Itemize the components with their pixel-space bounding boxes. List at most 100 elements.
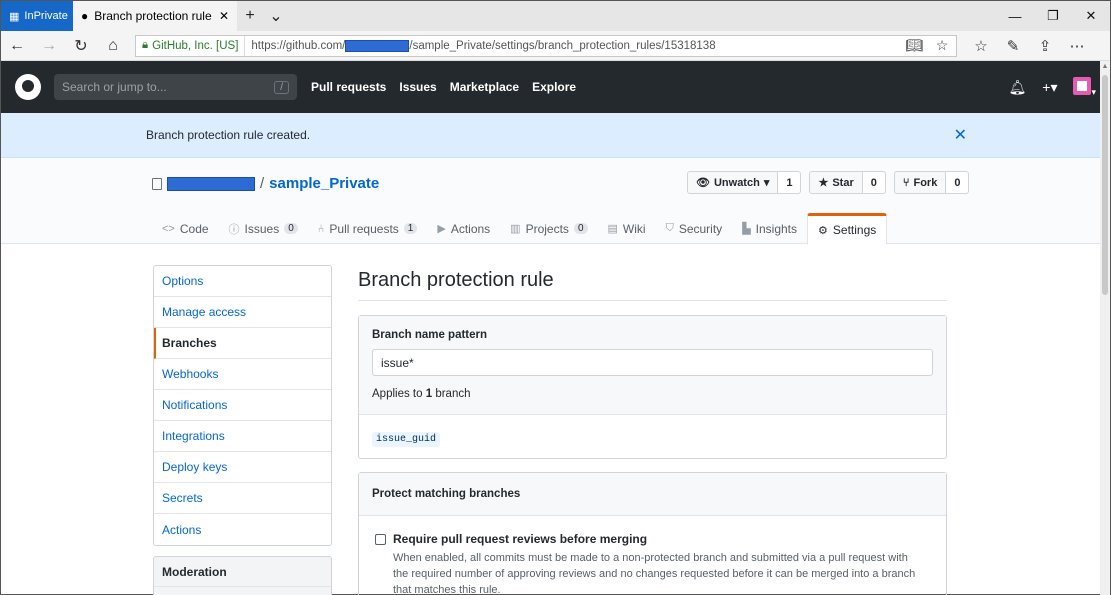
tab-pull-requests[interactable]: ⑃ Pull requests 1 — [308, 213, 428, 244]
tab-security-label: Security — [678, 221, 723, 236]
tab-issues[interactable]: ⓘ Issues 0 — [219, 213, 308, 244]
stars-count[interactable]: 0 — [862, 171, 886, 194]
nav-explore[interactable]: Explore — [532, 80, 576, 94]
repo-title: / sample_Private — [152, 175, 379, 192]
tab-insights[interactable]: ▙ Insights — [732, 213, 807, 244]
avatar — [1073, 76, 1092, 95]
sidebar-item-deploy-keys[interactable]: Deploy keys — [154, 452, 331, 483]
create-new-plus-icon[interactable]: +▾ — [1042, 79, 1057, 96]
forks-count[interactable]: 0 — [946, 171, 970, 194]
sidebar-item-notifications[interactable]: Notifications — [154, 390, 331, 421]
watchers-count[interactable]: 1 — [778, 171, 802, 194]
applies-count: 1 — [425, 388, 433, 400]
gear-icon: ⚙ — [818, 224, 828, 237]
home-icon[interactable]: ⌂ — [97, 37, 129, 55]
close-window-icon[interactable]: ✕ — [1072, 1, 1110, 31]
nav-marketplace[interactable]: Marketplace — [450, 80, 519, 94]
tab-actions[interactable]: ▶ Actions — [427, 213, 500, 244]
minimize-icon[interactable]: — — [996, 1, 1034, 31]
tab-wiki[interactable]: ▤ Wiki — [598, 213, 656, 244]
star-button[interactable]: ★ Star — [809, 171, 863, 194]
tab-wiki-label: Wiki — [622, 221, 646, 236]
flash-close-icon[interactable]: ✕ — [954, 125, 967, 145]
branch-pattern-input[interactable] — [372, 349, 933, 376]
url-field[interactable]: 🔒︎ GitHub, Inc. [US] https://github.com/… — [135, 34, 957, 57]
unwatch-label: Unwatch — [713, 176, 760, 189]
unwatch-button[interactable]: 👁︎ Unwatch ▾ — [687, 171, 779, 194]
redacted-owner — [345, 39, 410, 52]
require-reviews-title[interactable]: Require pull request reviews before merg… — [393, 532, 923, 546]
pen-icon[interactable]: ✎ — [997, 37, 1029, 55]
browser-tab-bar: ▦ InPrivate ● Branch protection rule ✕ +… — [1, 1, 1110, 31]
github-header: Search or jump to... / Pull requests Iss… — [1, 61, 1110, 113]
project-icon: ▥ — [510, 223, 521, 235]
repo-name-link[interactable]: sample_Private — [269, 175, 379, 192]
book-icon: ▤ — [607, 223, 618, 235]
reading-view-icon[interactable]: 📖︎ — [900, 37, 928, 54]
tab-projects-counter: 0 — [573, 223, 588, 234]
new-tab-icon[interactable]: + — [237, 1, 263, 31]
repo-owner-redacted[interactable] — [167, 176, 255, 191]
url-text: https://github.com/ /sample_Private/sett… — [245, 39, 716, 52]
sidebar-item-options[interactable]: Options — [154, 266, 331, 297]
forward-icon[interactable]: → — [33, 37, 65, 55]
star-icon: ★ — [818, 177, 829, 189]
tab-actions-label: Actions — [450, 221, 491, 236]
scroll-thumb[interactable] — [1102, 75, 1108, 295]
restore-icon[interactable]: ❐ — [1034, 1, 1072, 31]
sidebar-item-secrets[interactable]: Secrets — [154, 483, 331, 514]
pull-request-icon: ⑃ — [317, 222, 325, 235]
tab-security[interactable]: ⛉ Security — [656, 213, 733, 244]
issue-icon: ⓘ — [228, 223, 240, 236]
favorite-star-icon[interactable]: ☆ — [928, 37, 956, 54]
user-menu[interactable]: ▾ — [1073, 76, 1096, 98]
tab-list-chevron-icon[interactable]: ⌄ — [263, 1, 289, 31]
browser-tab[interactable]: ● Branch protection rule ✕ — [73, 1, 237, 31]
address-bar-row: ← → ↻ ⌂ 🔒︎ GitHub, Inc. [US] https://git… — [1, 31, 1110, 61]
graph-icon: ▙ — [742, 223, 751, 235]
search-input[interactable]: Search or jump to... / — [54, 74, 297, 100]
back-icon[interactable]: ← — [1, 37, 33, 55]
favorites-list-icon[interactable]: ☆ — [965, 37, 997, 55]
sidebar-item-webhooks[interactable]: Webhooks — [154, 359, 331, 390]
fork-icon: ⑂ — [902, 176, 910, 189]
inprivate-badge[interactable]: ▦ InPrivate — [1, 1, 73, 31]
tab-projects[interactable]: ▥ Projects 0 — [500, 213, 597, 244]
tab-code-label: Code — [179, 221, 209, 236]
close-tab-icon[interactable]: ✕ — [219, 9, 229, 23]
page-title: Branch protection rule — [358, 269, 554, 291]
branch-pattern-label: Branch name pattern — [372, 329, 488, 341]
sidebar-item-manage-access[interactable]: Manage access — [154, 297, 331, 328]
certificate-indicator[interactable]: 🔒︎ GitHub, Inc. [US] — [136, 35, 246, 56]
sidebar-item-actions[interactable]: Actions — [154, 514, 331, 545]
sidebar-item-branches[interactable]: Branches — [154, 328, 331, 359]
github-logo-icon[interactable] — [15, 74, 41, 100]
nav-issues[interactable]: Issues — [399, 80, 436, 94]
tab-settings[interactable]: ⚙ Settings — [807, 213, 888, 245]
more-icon[interactable]: ⋯ — [1061, 37, 1093, 55]
applies-prefix: Applies to — [372, 388, 423, 400]
page-scrollbar[interactable]: ▲ — [1100, 61, 1110, 595]
flash-notice: Branch protection rule created. ✕ — [1, 113, 1110, 158]
scroll-up-icon[interactable]: ▲ — [1100, 63, 1110, 70]
bell-icon[interactable]: 🔔︎ — [1008, 79, 1026, 96]
refresh-icon[interactable]: ↻ — [65, 36, 97, 56]
search-shortcut-key: / — [274, 80, 289, 94]
fork-button[interactable]: ⑂ Fork — [893, 171, 947, 194]
inprivate-label: InPrivate — [24, 10, 68, 22]
moderation-heading: Moderation — [154, 557, 331, 587]
applies-suffix: branch — [435, 388, 471, 400]
title-divider — [358, 300, 947, 301]
url-prefix: https://github.com/ — [251, 39, 346, 52]
tab-code[interactable]: <> Code — [152, 213, 219, 244]
sidebar-item-integrations[interactable]: Integrations — [154, 421, 331, 452]
applies-to-text: Applies to 1 branch — [372, 388, 933, 400]
share-icon[interactable]: ⇪ — [1029, 37, 1061, 55]
tab-pull-requests-label: Pull requests — [329, 221, 399, 236]
require-reviews-checkbox[interactable] — [375, 534, 386, 545]
code-icon: <> — [162, 222, 175, 235]
star-label: Star — [832, 176, 854, 189]
nav-pull-requests[interactable]: Pull requests — [311, 80, 386, 94]
protect-branches-heading: Protect matching branches — [359, 473, 946, 516]
browser-tab-title: Branch protection rule — [94, 9, 212, 23]
